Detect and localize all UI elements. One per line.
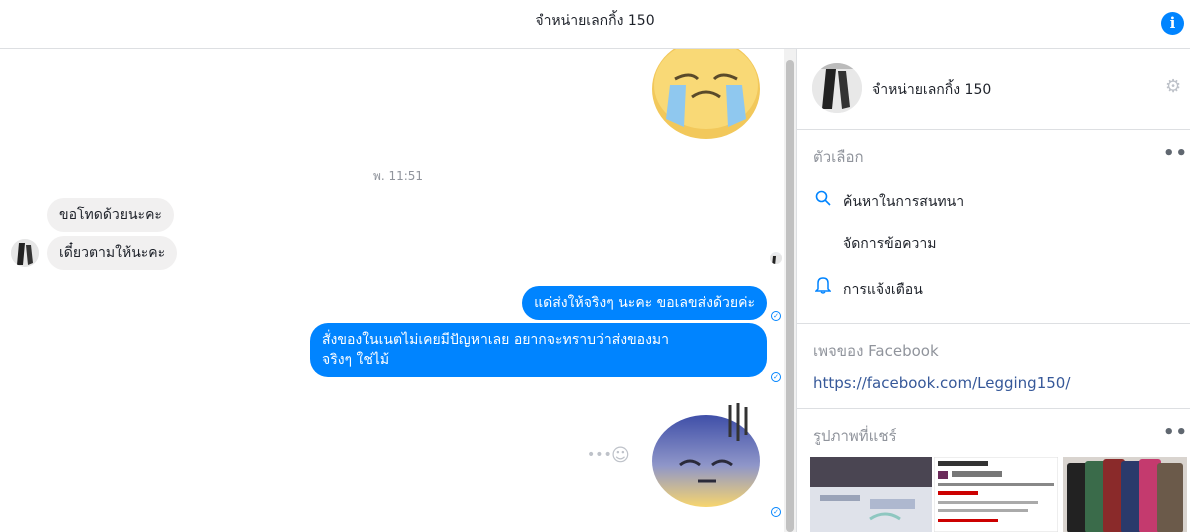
incoming-message: เดี๋ยวตามให้นะคะ [47,236,178,270]
bell-icon [813,276,833,298]
options-more-icon[interactable]: ••• [1163,143,1190,164]
divider [797,323,1190,324]
message-thread[interactable]: พ. 11:51 ขอโทดด้วยนะคะ เดี๋ยวตามให้นะคะ … [0,49,796,532]
message-more-icon[interactable]: ••• [587,447,612,463]
shared-photos-title: รูปภาพที่แชร์ [813,427,897,445]
option-label: การแจ้งเตือน [843,282,923,298]
delivered-icon: ✓ [771,372,781,382]
outgoing-message: สั่งของในเนตไม่เคยมีปัญหาเลย อยากจะทราบว… [310,323,767,377]
gloomy-sticker [652,403,760,507]
option-notifications[interactable]: การแจ้งเตือน [813,276,923,301]
delivered-icon: ✓ [771,507,781,517]
shared-photos-more-icon[interactable]: ••• [1163,422,1190,443]
options-title: ตัวเลือก [813,148,864,166]
conversation-title: จำหน่ายเลกกิ้ง 150 [535,13,655,29]
conversation-header: จำหน่ายเลกกิ้ง 150 i [0,0,1190,49]
option-manage-messages[interactable]: จัดการข้อความ [813,233,936,255]
delivered-icon: ✓ [771,311,781,321]
option-label: ค้นหาในการสนทนา [843,194,965,210]
option-label: จัดการข้อความ [843,236,937,252]
fb-page-link[interactable]: https://facebook.com/Legging150/ [813,374,1070,392]
shared-photo[interactable] [1063,457,1187,532]
message-timestamp: พ. 11:51 [372,169,424,183]
conversation-info-panel: จำหน่ายเลกกิ้ง 150 ⚙ ตัวเลือก ••• ค้นหาใ… [796,49,1190,532]
outgoing-message: แด่ส่งให้จริงๆ นะคะ ขอเลขส่งด้วยค่ะ [522,286,767,320]
info-icon[interactable]: i [1161,12,1184,35]
option-search-conversation[interactable]: ค้นหาในการสนทนา [813,190,964,213]
gear-icon[interactable]: ⚙ [1165,76,1181,97]
emoji-react-icon[interactable]: ☺ [611,445,630,466]
divider [797,129,1190,130]
fb-page-title: เพจของ Facebook [813,342,939,360]
page-name: จำหน่ายเลกกิ้ง 150 [872,82,992,98]
page-avatar[interactable] [812,63,862,113]
search-icon [813,190,833,210]
sender-avatar[interactable] [11,239,39,267]
incoming-message: ขอโทดด้วยนะคะ [47,198,174,232]
shared-photo[interactable] [810,457,932,532]
seen-avatar [770,252,782,264]
crying-sticker [652,49,760,139]
chat-scrollbar-thumb[interactable] [786,60,794,532]
divider [797,408,1190,409]
shared-photo[interactable] [934,457,1058,532]
